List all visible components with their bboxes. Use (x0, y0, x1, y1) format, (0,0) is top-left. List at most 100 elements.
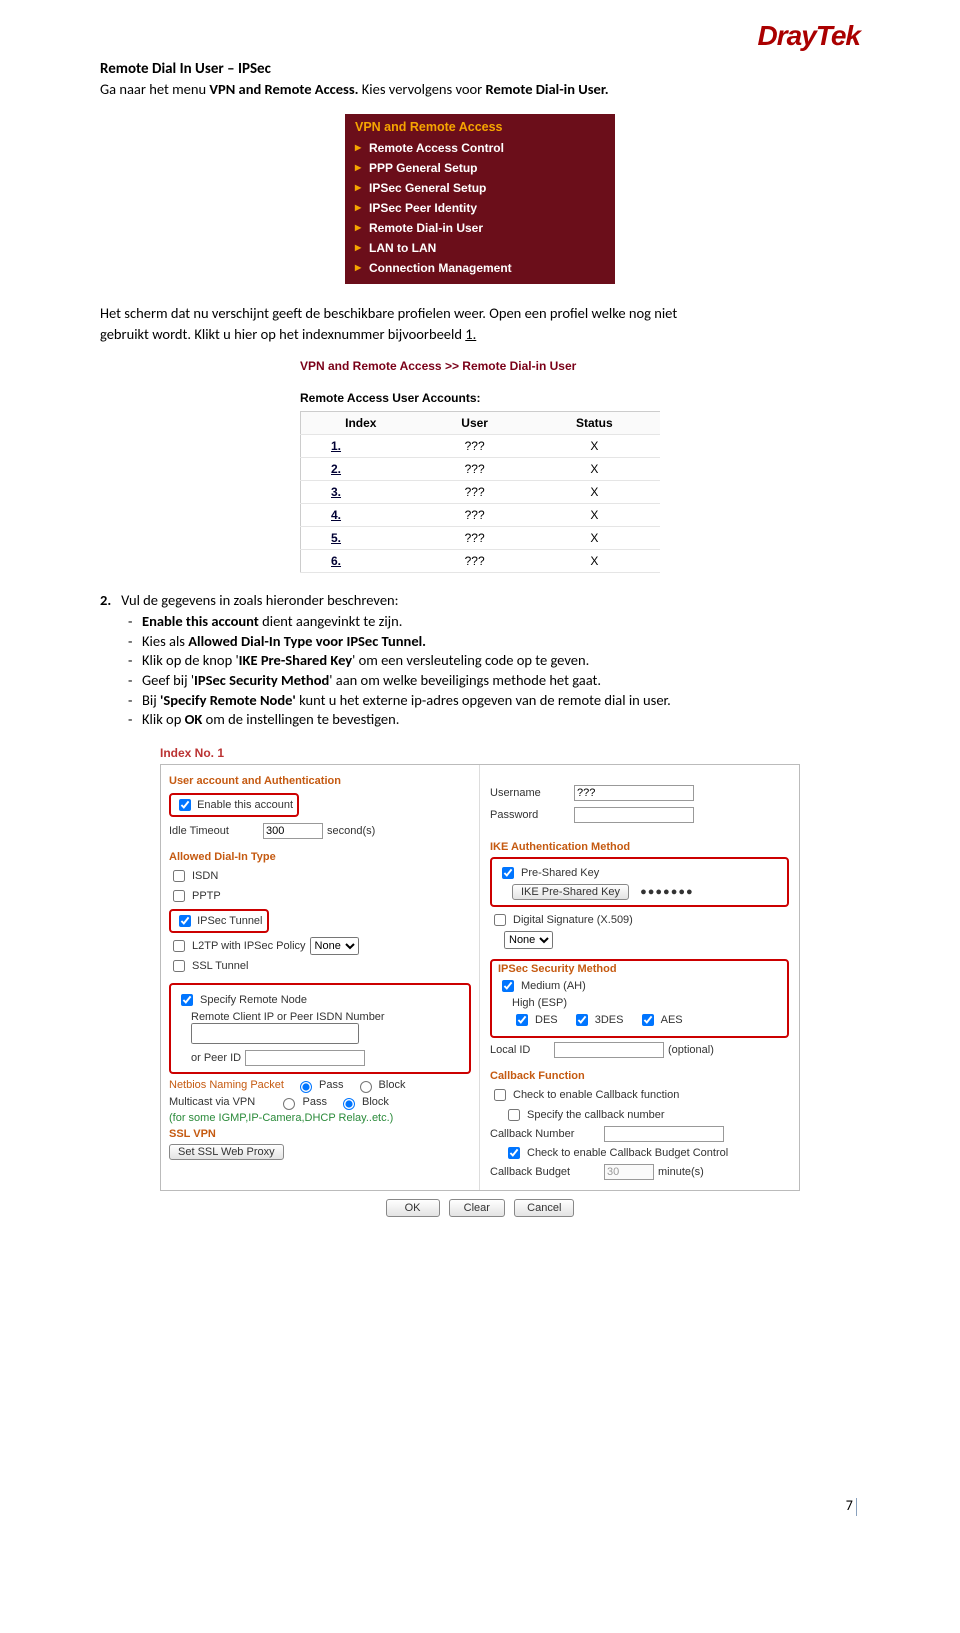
highlight-psk: Pre-Shared Key IKE Pre-Shared Key ●●●●●●… (490, 857, 789, 907)
isdn-label: ISDN (192, 870, 218, 882)
multicast-pass-radio[interactable] (283, 1098, 295, 1110)
index-link[interactable]: 1. (331, 439, 341, 453)
menu-item: LAN to LAN (345, 238, 615, 258)
password-label: Password (490, 809, 570, 821)
optional-label: (optional) (668, 1044, 714, 1056)
highlight-ipsec-tunnel: IPSec Tunnel (169, 909, 269, 933)
username-input[interactable] (574, 785, 694, 801)
table-row: 4.???X (301, 503, 661, 526)
netbios-pass-radio[interactable] (300, 1081, 312, 1093)
aes-label: AES (661, 1014, 683, 1026)
medium-ah-label: Medium (AH) (521, 980, 586, 992)
specify-remote-checkbox[interactable] (181, 994, 193, 1006)
col-index: Index (301, 411, 421, 434)
step-number: 2. (100, 591, 111, 609)
pass-label: Pass (319, 1079, 343, 1091)
ipsec-tunnel-checkbox[interactable] (179, 915, 191, 927)
set-ssl-proxy-button[interactable]: Set SSL Web Proxy (169, 1144, 284, 1160)
ike-auth-head: IKE Authentication Method (490, 841, 789, 853)
pptp-checkbox[interactable] (173, 890, 185, 902)
intro-text: Ga naar het menu VPN and Remote Access. … (100, 80, 860, 100)
remote-client-label: Remote Client IP or Peer ISDN Number (177, 1011, 463, 1023)
index-link[interactable]: 4. (331, 508, 341, 522)
user-cell: ??? (421, 434, 529, 457)
ok-button[interactable]: OK (386, 1199, 440, 1217)
psk-checkbox[interactable] (502, 867, 514, 879)
b2-pre: Kies als (142, 632, 188, 650)
netbios-label: Netbios Naming Packet (169, 1079, 284, 1091)
des-checkbox[interactable] (516, 1014, 528, 1026)
digsig-select[interactable]: None (504, 931, 553, 949)
l2tp-label: L2TP with IPSec Policy (192, 940, 306, 952)
highlight-specify-remote: Specify Remote Node Remote Client IP or … (169, 983, 471, 1074)
peer-id-input[interactable] (245, 1050, 365, 1066)
username-label: Username (490, 787, 570, 799)
or-peer-id-label: or Peer ID (191, 1052, 241, 1064)
password-input[interactable] (574, 807, 694, 823)
intro-post: Kies vervolgens voor (358, 80, 485, 98)
remote-client-input[interactable] (191, 1023, 359, 1044)
ssl-tunnel-label: SSL Tunnel (192, 960, 248, 972)
l2tp-checkbox[interactable] (173, 940, 185, 952)
idle-timeout-label: Idle Timeout (169, 825, 259, 837)
callback-enable-label: Check to enable Callback function (513, 1089, 679, 1101)
status-cell: X (529, 503, 660, 526)
ike-psk-button[interactable]: IKE Pre-Shared Key (512, 884, 629, 900)
highlight-ipsec-security: IPSec Security Method Medium (AH) High (… (490, 959, 789, 1038)
isdn-checkbox[interactable] (173, 870, 185, 882)
b3-bold: IKE Pre-Shared Key (239, 651, 352, 669)
psk-dots: ●●●●●●● (640, 886, 694, 898)
callback-head: Callback Function (490, 1070, 789, 1082)
menu-title: VPN and Remote Access (345, 114, 615, 138)
index-link[interactable]: 2. (331, 462, 341, 476)
local-id-label: Local ID (490, 1044, 550, 1056)
brand-logo: DrayTek (758, 20, 860, 52)
pptp-label: PPTP (192, 890, 221, 902)
para2-text: gebruikt wordt. Klikt u hier op het inde… (100, 325, 465, 343)
callback-number-input[interactable] (604, 1126, 724, 1142)
b5-post: kunt u het externe ip-adres opgeven van … (296, 691, 671, 709)
callback-specify-checkbox[interactable] (508, 1109, 520, 1121)
netbios-block-radio[interactable] (360, 1081, 372, 1093)
ipsec-tunnel-label: IPSec Tunnel (197, 915, 262, 927)
menu-item: Connection Management (345, 258, 615, 278)
enable-account-label: Enable this account (197, 799, 293, 811)
high-esp-label: High (ESP) (498, 997, 781, 1009)
intro-pre: Ga naar het menu (100, 80, 209, 98)
b6-post: om de instellingen te bevestigen. (202, 710, 399, 728)
ipsec-security-head: IPSec Security Method (498, 963, 781, 975)
menu-item: Remote Dial-in User (345, 218, 615, 238)
callback-enable-checkbox[interactable] (494, 1089, 506, 1101)
status-cell: X (529, 434, 660, 457)
3des-checkbox[interactable] (576, 1014, 588, 1026)
menu-item: IPSec Peer Identity (345, 198, 615, 218)
ssl-tunnel-checkbox[interactable] (173, 960, 185, 972)
index-link[interactable]: 6. (331, 554, 341, 568)
index-link[interactable]: 5. (331, 531, 341, 545)
pass-label-2: Pass (302, 1096, 326, 1108)
page-title: Remote Dial In User – IPSec (100, 60, 860, 78)
callback-budget-enable-label: Check to enable Callback Budget Control (527, 1147, 728, 1159)
aes-checkbox[interactable] (642, 1014, 654, 1026)
local-id-input[interactable] (554, 1042, 664, 1058)
cancel-button[interactable]: Cancel (514, 1199, 574, 1217)
enable-account-checkbox[interactable] (179, 799, 191, 811)
paragraph-2-line-1: Het scherm dat nu verschijnt geeft de be… (100, 304, 860, 324)
3des-label: 3DES (595, 1014, 624, 1026)
clear-button[interactable]: Clear (449, 1199, 505, 1217)
callback-budget-checkbox[interactable] (508, 1147, 520, 1159)
menu-item: PPP General Setup (345, 158, 615, 178)
idle-timeout-input[interactable] (263, 823, 323, 839)
accounts-screenshot: VPN and Remote Access >> Remote Dial-in … (300, 359, 660, 573)
index-link[interactable]: 3. (331, 485, 341, 499)
b4-post: ' aan om welke beveiligings methode het … (329, 671, 601, 689)
user-cell: ??? (421, 503, 529, 526)
digsig-checkbox[interactable] (494, 914, 506, 926)
user-cell: ??? (421, 480, 529, 503)
medium-ah-checkbox[interactable] (502, 980, 514, 992)
status-cell: X (529, 526, 660, 549)
status-cell: X (529, 457, 660, 480)
bullet-list: Enable this account dient aangevinkt te … (100, 612, 860, 729)
multicast-block-radio[interactable] (343, 1098, 355, 1110)
l2tp-policy-select[interactable]: None (310, 937, 359, 955)
